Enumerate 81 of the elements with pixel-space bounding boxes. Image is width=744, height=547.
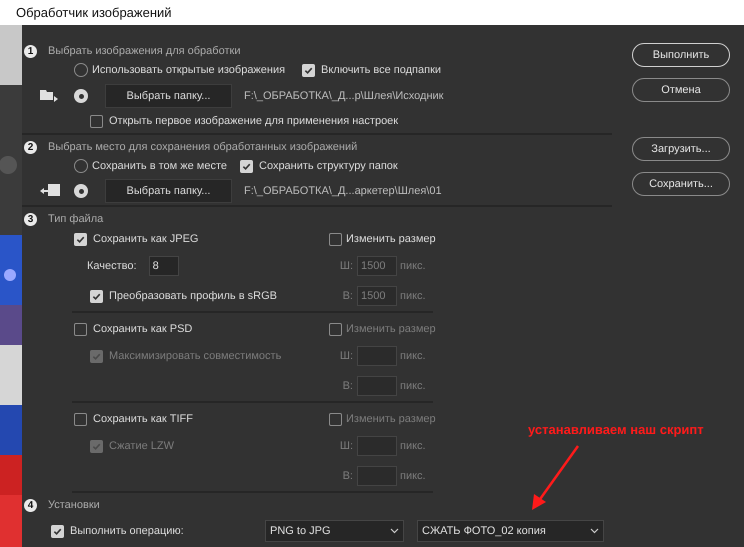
section-title: Тип файла — [48, 212, 104, 227]
checkbox[interactable] — [329, 232, 342, 246]
annotation-text: устанавливаем наш скрипт — [528, 421, 704, 439]
choose-folder-button[interactable]: Выбрать папку... — [105, 84, 232, 108]
section-title: Выбрать место для сохранения обработанных изображений — [48, 140, 358, 155]
step-number: 2 — [24, 140, 37, 154]
step-number: 3 — [24, 212, 37, 226]
choose-folder-button[interactable]: Выбрать папку... — [105, 179, 232, 203]
checkbox[interactable] — [74, 322, 87, 336]
checkmark-icon — [92, 292, 101, 300]
size-field[interactable] — [357, 346, 397, 366]
checkbox[interactable] — [74, 232, 87, 246]
folder-path: F:\_ОБРАБОТКА\_Д...р\Шлея\Исходник — [244, 88, 444, 104]
checkbox-label: Включить все подпапки — [321, 62, 442, 78]
radio-button[interactable] — [74, 63, 88, 77]
checkbox-label: Сжатие LZW — [109, 438, 174, 454]
unit-label: пикс. — [400, 258, 426, 274]
chevron-down-icon — [590, 528, 599, 534]
height-label: В: — [342, 378, 353, 394]
checkmark-icon — [242, 162, 251, 170]
unit-label: пикс. — [400, 378, 426, 394]
checkmark-icon — [53, 526, 62, 536]
action-set-dropdown[interactable]: PNG to JPG — [265, 520, 404, 542]
radio-label: Сохранить в том же месте — [92, 158, 228, 174]
quality-field[interactable]: 8 — [148, 256, 179, 276]
checkbox[interactable] — [74, 412, 87, 426]
radio-label: Использовать открытые изображения — [92, 62, 286, 78]
size-field[interactable] — [357, 466, 397, 486]
unit-label: пикс. — [400, 468, 426, 484]
height-label: В: — [342, 288, 353, 304]
section-title: Установки — [48, 498, 100, 513]
size-field[interactable] — [357, 376, 397, 396]
checkbox-label: Изменить размер — [346, 322, 436, 337]
checkbox-label: Сохранить структуру папок — [259, 158, 398, 174]
checkbox-label: Открыть первое изображение для применения настроек — [109, 114, 398, 129]
checkmark-icon — [304, 66, 313, 74]
dialog-button[interactable]: Выполнить — [632, 43, 730, 67]
checkbox-label: Сохранить как PSD — [93, 322, 192, 337]
checkbox[interactable] — [302, 64, 315, 76]
checkmark-icon — [92, 352, 101, 360]
width-label: Ш: — [338, 258, 353, 274]
checkbox-label: Изменить размер — [346, 232, 436, 247]
checkmark-icon — [76, 234, 85, 244]
dialog-button[interactable]: Загрузить... — [632, 137, 730, 161]
checkbox[interactable] — [329, 412, 342, 426]
step-number: 4 — [24, 498, 37, 512]
checkbox[interactable] — [90, 350, 103, 362]
folder-arrow-icon — [40, 184, 60, 198]
width-label: Ш: — [338, 348, 353, 364]
radio-button[interactable] — [74, 159, 88, 173]
checkmark-icon — [92, 442, 101, 450]
checkbox-label: Преобразовать профиль в sRGB — [109, 288, 277, 304]
checkbox-label: Сохранить как TIFF — [93, 412, 193, 427]
checkbox-label: Сохранить как JPEG — [93, 232, 198, 247]
unit-label: пикс. — [400, 288, 426, 304]
window-title: Обработчик изображений — [16, 4, 172, 22]
checkbox-label: Выполнить операцию: — [70, 524, 185, 539]
checkbox[interactable] — [90, 114, 103, 128]
quality-label: Качество: — [87, 258, 137, 274]
dialog-button[interactable]: Сохранить... — [632, 172, 730, 196]
width-label: Ш: — [338, 438, 353, 454]
checkbox[interactable] — [90, 290, 103, 302]
action-dropdown[interactable]: СЖАТЬ ФОТО_02 копия — [417, 520, 604, 542]
size-field[interactable] — [357, 436, 397, 456]
dialog-button[interactable]: Отмена — [632, 78, 730, 102]
checkbox[interactable] — [90, 440, 103, 452]
section-title: Выбрать изображения для обработки — [48, 44, 240, 59]
chevron-down-icon — [390, 528, 399, 534]
unit-label: пикс. — [400, 348, 426, 364]
folder-arrow-icon — [40, 90, 58, 102]
checkbox-label: Максимизировать совместимость — [109, 348, 282, 364]
radio-button[interactable] — [74, 89, 88, 104]
checkbox-label: Изменить размер — [346, 412, 436, 427]
folder-path: F:\_ОБРАБОТКА\_Д...аркетер\Шлея\01 — [244, 184, 442, 199]
checkbox[interactable] — [240, 160, 253, 172]
step-number: 1 — [24, 44, 37, 58]
checkbox[interactable] — [329, 322, 342, 336]
unit-label: пикс. — [400, 438, 426, 454]
checkbox[interactable] — [51, 524, 64, 538]
height-label: В: — [342, 468, 353, 484]
radio-button[interactable] — [74, 184, 88, 198]
